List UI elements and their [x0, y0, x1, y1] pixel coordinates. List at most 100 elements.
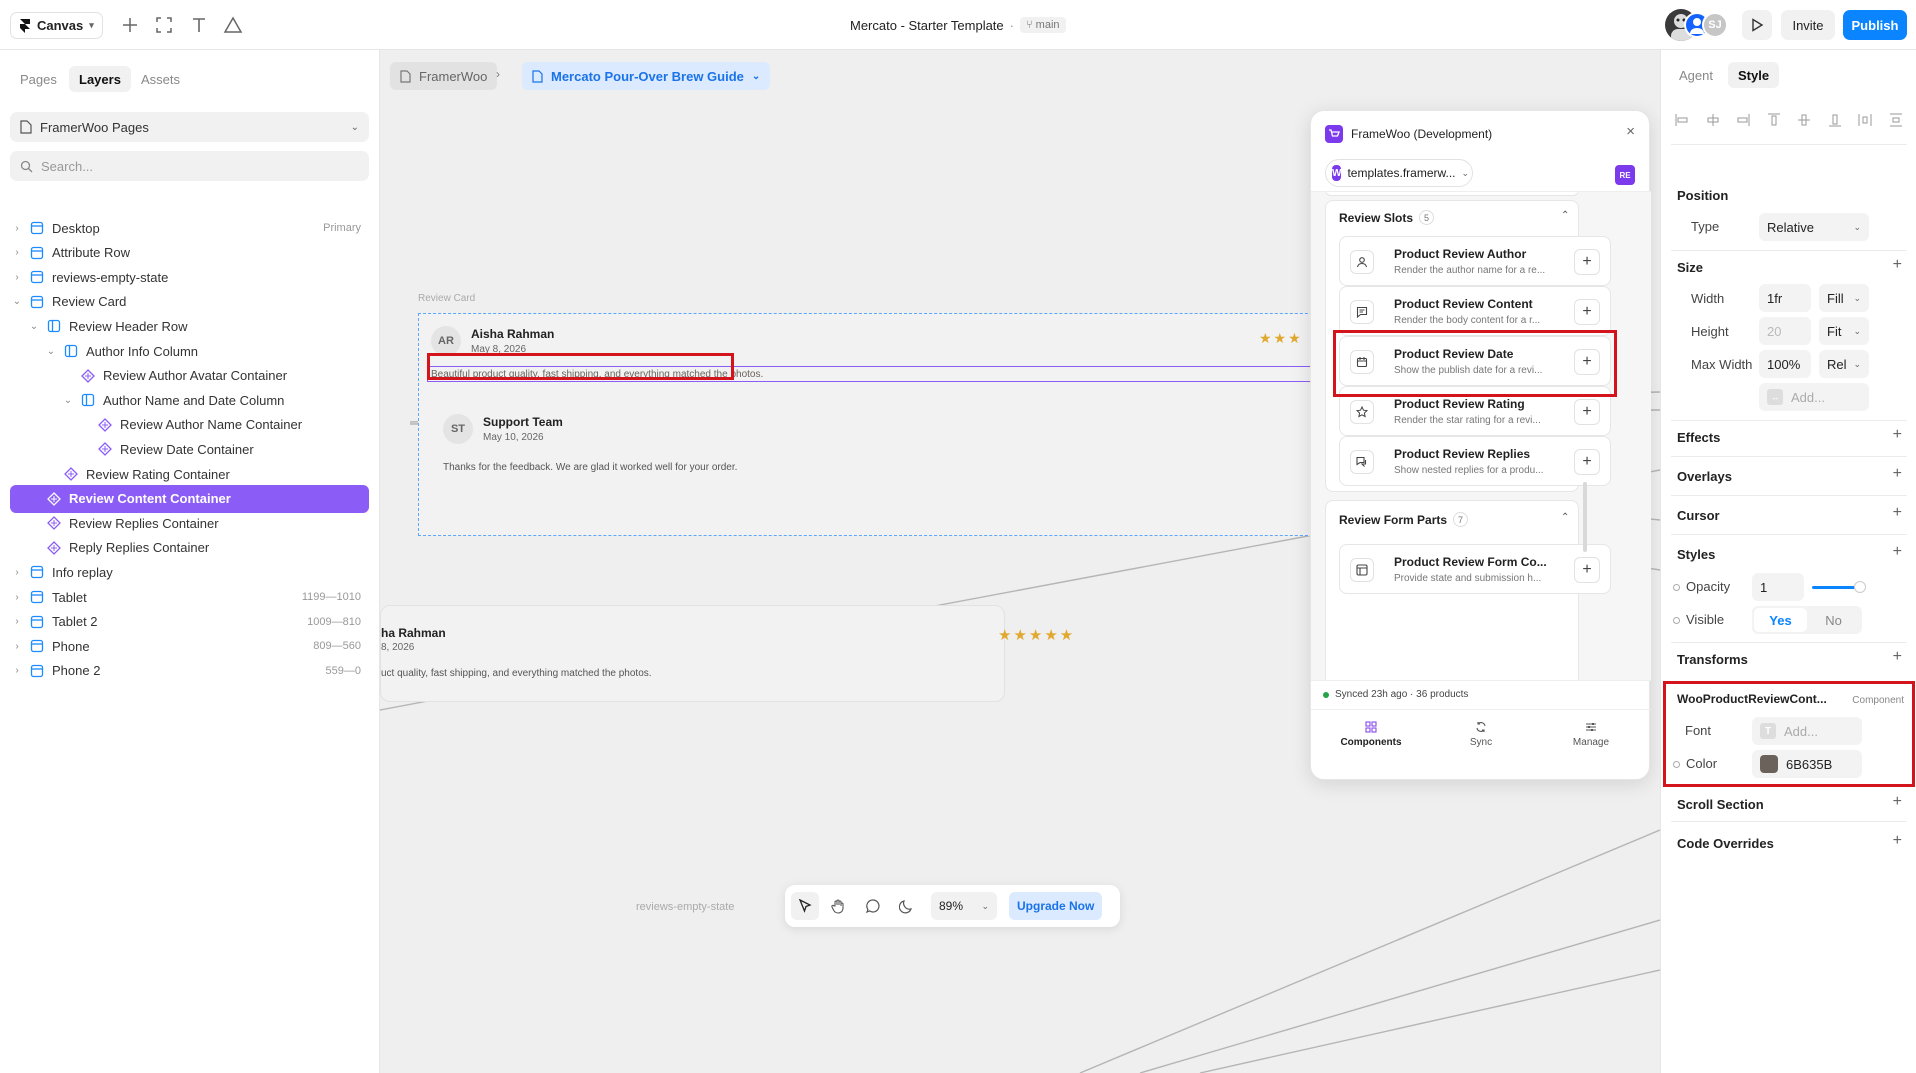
tab-style[interactable]: Style — [1728, 62, 1780, 88]
code-overrides-add-icon[interactable]: + — [1893, 832, 1902, 850]
tab-agent[interactable]: Agent — [1669, 62, 1723, 88]
styles-add-icon[interactable]: + — [1893, 543, 1902, 561]
align-right-icon[interactable] — [1736, 113, 1750, 127]
width-input[interactable]: 1fr — [1759, 284, 1811, 312]
position-type-select[interactable]: Relative ⌄ — [1759, 213, 1869, 241]
pages-selector[interactable]: FramerWoo Pages ⌄ — [10, 112, 369, 142]
align-left-icon[interactable] — [1675, 113, 1689, 127]
slot-form-container[interactable]: Product Review Form Co... Provide state … — [1339, 544, 1611, 594]
chevron-up-icon[interactable]: ⌃ — [1561, 512, 1569, 523]
comment-tool-icon[interactable] — [859, 892, 887, 920]
frame-label[interactable]: Review Card — [418, 293, 475, 304]
align-top-icon[interactable] — [1767, 113, 1781, 127]
account-badge[interactable]: RE — [1615, 165, 1635, 185]
opacity-input[interactable]: 1 — [1752, 573, 1804, 601]
visible-dot-icon[interactable] — [1673, 617, 1680, 624]
code-overrides-title[interactable]: Code Overrides — [1677, 836, 1774, 851]
select-tool-icon[interactable] — [791, 892, 819, 920]
layer-row[interactable]: Review Replies Container — [10, 509, 369, 537]
add-slot-button[interactable]: + — [1574, 299, 1600, 325]
branch-badge[interactable]: ⑂ main — [1020, 17, 1066, 33]
layer-row[interactable]: Review Rating Container — [10, 460, 369, 488]
vector-tool-icon[interactable] — [223, 15, 243, 35]
cursor-section-title[interactable]: Cursor — [1677, 508, 1720, 523]
tab-pages[interactable]: Pages — [10, 66, 67, 92]
text-tool-icon[interactable] — [189, 15, 209, 35]
effects-add-icon[interactable]: + — [1893, 426, 1902, 444]
layers-search[interactable]: Search... — [10, 151, 369, 181]
project-title[interactable]: Mercato - Starter Template · ⑂ main — [850, 17, 1066, 33]
chevron-down-icon[interactable]: ⌄ — [61, 395, 75, 406]
scroll-section-title[interactable]: Scroll Section — [1677, 797, 1764, 812]
height-input[interactable]: 20 — [1759, 317, 1811, 345]
layer-row[interactable]: › Phone 2 559—0 — [10, 657, 369, 685]
chevron-right-icon[interactable]: › — [10, 272, 24, 283]
layer-row[interactable]: › reviews-empty-state — [10, 263, 369, 291]
chevron-right-icon[interactable]: › — [10, 641, 24, 652]
add-slot-button[interactable]: + — [1574, 449, 1600, 475]
tab-layers[interactable]: Layers — [69, 66, 131, 92]
opacity-dot-icon[interactable] — [1673, 584, 1680, 591]
layer-row[interactable]: › Desktop Primary — [10, 214, 369, 242]
chevron-down-icon[interactable]: ⌄ — [44, 346, 58, 357]
width-mode-select[interactable]: Fill ⌄ — [1819, 284, 1869, 312]
tab-components[interactable]: Components — [1331, 721, 1411, 748]
chevron-down-icon[interactable]: ⌄ — [10, 296, 24, 307]
upgrade-button[interactable]: Upgrade Now — [1009, 892, 1103, 920]
publish-button[interactable]: Publish — [1843, 10, 1907, 40]
review-card-frame[interactable]: AR Aisha Rahman May 8, 2026 ★★★ Beautifu… — [418, 313, 1387, 536]
chevron-right-icon[interactable]: › — [10, 247, 24, 258]
scroll-section-add-icon[interactable]: + — [1893, 793, 1902, 811]
overlays-add-icon[interactable]: + — [1893, 465, 1902, 483]
overlays-section-title[interactable]: Overlays — [1677, 469, 1732, 484]
layer-row[interactable]: ⌄ Author Name and Date Column — [10, 386, 369, 414]
visible-yes-button[interactable]: Yes — [1754, 608, 1807, 632]
reply-author-name[interactable]: Support Team — [483, 415, 563, 429]
chevron-right-icon[interactable]: › — [10, 223, 24, 234]
canvas-menu-button[interactable]: Canvas ▾ — [10, 12, 103, 39]
chevron-up-icon[interactable]: ⌃ — [1561, 210, 1569, 221]
max-width-mode-select[interactable]: Rel ⌄ — [1819, 350, 1869, 378]
review-form-parts-header[interactable]: Review Form Parts 7 — [1339, 512, 1469, 527]
frame-tool-icon[interactable] — [154, 15, 174, 35]
add-slot-button[interactable]: + — [1574, 249, 1600, 275]
review-rating-stars[interactable]: ★★★ — [1259, 330, 1303, 347]
tab-sync[interactable]: Sync — [1441, 721, 1521, 748]
visible-no-button[interactable]: No — [1807, 608, 1860, 632]
height-mode-select[interactable]: Fit ⌄ — [1819, 317, 1869, 345]
hand-tool-icon[interactable] — [825, 892, 853, 920]
align-center-h-icon[interactable] — [1706, 113, 1720, 127]
slot-item[interactable]: Product Review Author Render the author n… — [1339, 236, 1611, 286]
dark-mode-icon[interactable] — [893, 892, 921, 920]
preview-button[interactable] — [1742, 10, 1772, 40]
transforms-section-title[interactable]: Transforms — [1677, 652, 1748, 667]
slot-item[interactable]: Product Review Replies Show nested replie… — [1339, 436, 1611, 486]
opacity-slider-thumb[interactable] — [1854, 581, 1866, 593]
review-card-preview[interactable]: ha Rahman 8, 2026 ★★★★★ uct quality, fas… — [380, 605, 1073, 702]
transforms-add-icon[interactable]: + — [1893, 648, 1902, 666]
add-slot-button[interactable]: + — [1574, 399, 1600, 425]
align-bottom-icon[interactable] — [1828, 113, 1842, 127]
align-center-v-icon[interactable] — [1797, 113, 1811, 127]
chevron-right-icon[interactable]: › — [10, 616, 24, 627]
invite-button[interactable]: Invite — [1781, 10, 1835, 40]
effects-section-title[interactable]: Effects — [1677, 430, 1720, 445]
add-slot-button[interactable]: + — [1574, 557, 1600, 583]
close-icon[interactable]: × — [1626, 123, 1635, 140]
search-input[interactable]: Search... — [41, 159, 93, 174]
reply-date[interactable]: May 10, 2026 — [483, 432, 544, 443]
chevron-right-icon[interactable]: › — [10, 592, 24, 603]
chevron-down-icon[interactable]: ⌄ — [27, 321, 41, 332]
chevron-right-icon[interactable]: › — [10, 567, 24, 578]
slot-item[interactable]: Product Review Content Render the body co… — [1339, 286, 1611, 336]
plugin-scroll-area[interactable]: Review Slots 5 ⌃ Product Review Author Re… — [1311, 191, 1651, 681]
distribute-v-icon[interactable] — [1889, 113, 1903, 127]
size-add-icon[interactable]: + — [1893, 256, 1902, 274]
tab-assets[interactable]: Assets — [131, 66, 190, 92]
tab-manage[interactable]: Manage — [1551, 721, 1631, 748]
cursor-add-icon[interactable]: + — [1893, 504, 1902, 522]
zoom-select[interactable]: 89% ⌄ — [931, 892, 997, 920]
review-author-name[interactable]: Aisha Rahman — [471, 327, 554, 341]
max-width-input[interactable]: 100% — [1759, 350, 1811, 378]
collaborator-initials-avatar[interactable]: SJ — [1702, 12, 1728, 38]
